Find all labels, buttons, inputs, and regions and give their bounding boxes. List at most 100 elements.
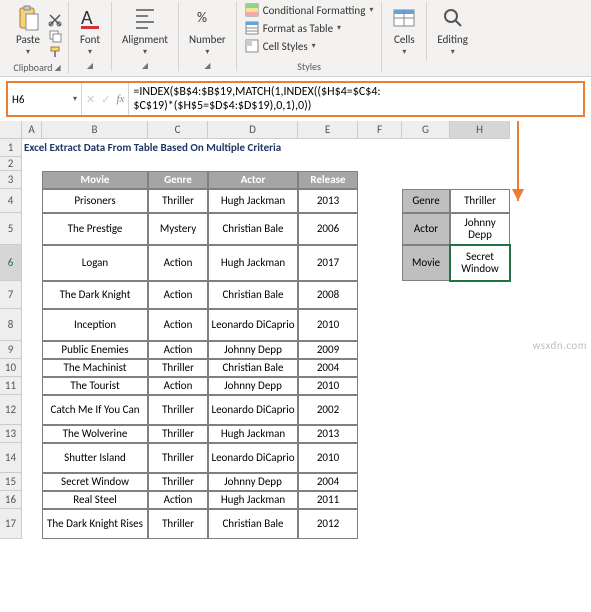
side-movie-value[interactable]: Secret Window — [450, 245, 510, 281]
table-header[interactable]: Genre — [148, 171, 208, 189]
table-cell[interactable]: Action — [148, 491, 208, 509]
table-cell[interactable]: Christian Bale — [208, 281, 298, 309]
table-cell[interactable]: Leonardo DiCaprio — [208, 309, 298, 341]
table-cell[interactable]: 2017 — [298, 245, 358, 281]
table-cell[interactable]: Thriller — [148, 425, 208, 443]
table-cell[interactable]: The Machinist — [42, 359, 148, 377]
formula-input[interactable]: =INDEX($B$4:$B$19,MATCH(1,INDEX(($H$4=$C… — [129, 83, 583, 115]
table-cell[interactable]: 2012 — [298, 509, 358, 539]
side-actor-value[interactable]: Johnny Depp — [450, 213, 510, 245]
side-movie-label[interactable]: Movie — [402, 245, 450, 281]
row-head-1[interactable]: 1 — [0, 139, 22, 157]
editing-button[interactable]: Editing ▾ — [433, 2, 472, 59]
col-head-H[interactable]: H — [450, 121, 510, 139]
table-cell[interactable]: 2013 — [298, 189, 358, 213]
table-cell[interactable]: Public Enemies — [42, 341, 148, 359]
table-cell[interactable]: 2004 — [298, 473, 358, 491]
name-box[interactable]: H6 ▾ — [8, 83, 82, 115]
table-cell[interactable]: The Tourist — [42, 377, 148, 395]
row-head-13[interactable]: 13 — [0, 425, 22, 443]
table-cell[interactable]: The Prestige — [42, 213, 148, 245]
table-cell[interactable]: Christian Bale — [208, 213, 298, 245]
table-cell[interactable]: Thriller — [148, 443, 208, 473]
table-header[interactable]: Release — [298, 171, 358, 189]
table-cell[interactable]: Real Steel — [42, 491, 148, 509]
number-button[interactable]: % Number ▾ — [185, 2, 230, 59]
table-cell[interactable]: Thriller — [148, 189, 208, 213]
row-head-12[interactable]: 12 — [0, 395, 22, 425]
worksheet-grid[interactable]: ABCDEFGH 1234567891011121314151617 Excel… — [0, 121, 591, 591]
table-cell[interactable]: Hugh Jackman — [208, 189, 298, 213]
table-cell[interactable]: 2009 — [298, 341, 358, 359]
table-cell[interactable]: Johnny Depp — [208, 341, 298, 359]
cut-button[interactable] — [48, 13, 62, 27]
col-head-B[interactable]: B — [42, 121, 148, 139]
side-genre-value[interactable]: Thriller — [450, 189, 510, 213]
col-head-A[interactable]: A — [22, 121, 42, 139]
row-head-3[interactable]: 3 — [0, 171, 22, 189]
table-cell[interactable]: Christian Bale — [208, 509, 298, 539]
row-head-17[interactable]: 17 — [0, 509, 22, 539]
copy-button[interactable] — [48, 29, 62, 43]
table-cell[interactable]: Hugh Jackman — [208, 491, 298, 509]
table-cell[interactable]: 2013 — [298, 425, 358, 443]
table-cell[interactable]: Leonardo DiCaprio — [208, 443, 298, 473]
row-head-8[interactable]: 8 — [0, 309, 22, 341]
cancel-icon[interactable]: ✕ — [86, 93, 95, 106]
row-head-16[interactable]: 16 — [0, 491, 22, 509]
table-cell[interactable]: Thriller — [148, 509, 208, 539]
table-header[interactable]: Actor — [208, 171, 298, 189]
side-actor-label[interactable]: Actor — [402, 213, 450, 245]
row-head-15[interactable]: 15 — [0, 473, 22, 491]
table-cell[interactable]: 2006 — [298, 213, 358, 245]
table-cell[interactable]: Thriller — [148, 473, 208, 491]
table-cell[interactable]: The Dark Knight — [42, 281, 148, 309]
cell-styles-button[interactable]: Cell Styles ▾ — [243, 38, 376, 54]
row-head-7[interactable]: 7 — [0, 281, 22, 309]
table-cell[interactable]: Hugh Jackman — [208, 425, 298, 443]
format-as-table-button[interactable]: Format as Table ▾ — [243, 20, 376, 36]
table-cell[interactable]: Prisoners — [42, 189, 148, 213]
table-cell[interactable]: Secret Window — [42, 473, 148, 491]
table-cell[interactable]: Action — [148, 341, 208, 359]
col-head-G[interactable]: G — [402, 121, 450, 139]
table-cell[interactable]: Shutter Island — [42, 443, 148, 473]
table-cell[interactable]: Christian Bale — [208, 359, 298, 377]
row-head-14[interactable]: 14 — [0, 443, 22, 473]
table-cell[interactable]: Leonardo DiCaprio — [208, 395, 298, 425]
launcher-icon[interactable]: ◢ — [142, 61, 148, 71]
side-genre-label[interactable]: Genre — [402, 189, 450, 213]
table-cell[interactable]: Action — [148, 309, 208, 341]
row-head-9[interactable]: 9 — [0, 341, 22, 359]
launcher-icon[interactable]: ◢ — [54, 63, 60, 73]
table-cell[interactable]: 2002 — [298, 395, 358, 425]
table-cell[interactable]: Catch Me If You Can — [42, 395, 148, 425]
enter-icon[interactable]: ✓ — [101, 93, 110, 106]
table-cell[interactable]: Johnny Depp — [208, 473, 298, 491]
col-head-F[interactable]: F — [358, 121, 402, 139]
table-cell[interactable]: Johnny Depp — [208, 377, 298, 395]
fx-icon[interactable]: fx — [116, 93, 124, 105]
col-head-E[interactable]: E — [298, 121, 358, 139]
table-cell[interactable]: Action — [148, 245, 208, 281]
table-cell[interactable]: Inception — [42, 309, 148, 341]
table-cell[interactable]: 2010 — [298, 377, 358, 395]
table-cell[interactable]: Thriller — [148, 359, 208, 377]
table-cell[interactable]: 2004 — [298, 359, 358, 377]
table-cell[interactable]: Mystery — [148, 213, 208, 245]
format-painter-button[interactable] — [48, 45, 62, 59]
table-cell[interactable]: Action — [148, 377, 208, 395]
table-header[interactable]: Movie — [42, 171, 148, 189]
table-cell[interactable]: Action — [148, 281, 208, 309]
launcher-icon[interactable]: ◢ — [204, 61, 210, 71]
col-head-C[interactable]: C — [148, 121, 208, 139]
row-head-5[interactable]: 5 — [0, 213, 22, 245]
title-cell[interactable]: Excel Extract Data From Table Based On M… — [22, 139, 358, 157]
cells-button[interactable]: Cells ▾ — [388, 2, 420, 59]
table-cell[interactable]: The Dark Knight Rises — [42, 509, 148, 539]
col-head-D[interactable]: D — [208, 121, 298, 139]
select-all-corner[interactable] — [0, 121, 22, 139]
conditional-formatting-button[interactable]: Conditional Formatting ▾ — [243, 2, 376, 18]
table-cell[interactable]: Logan — [42, 245, 148, 281]
paste-button[interactable]: Paste ▾ — [12, 2, 44, 59]
